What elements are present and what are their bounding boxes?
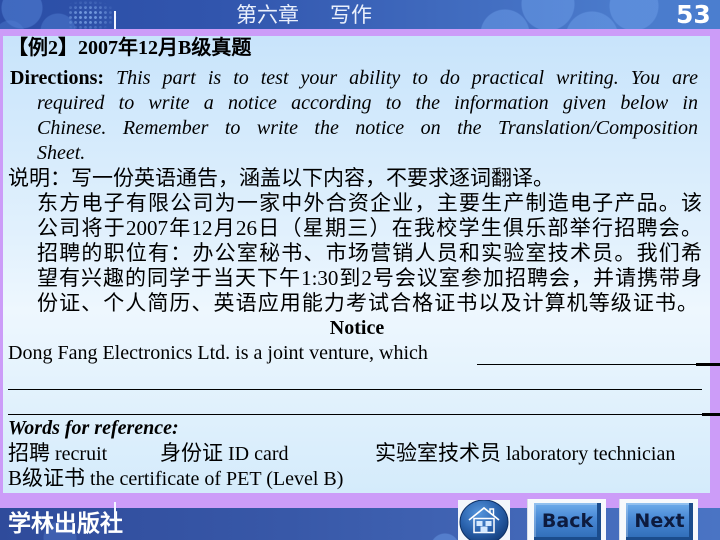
footer-divider xyxy=(114,502,116,520)
back-button[interactable]: Back xyxy=(527,499,606,540)
home-button[interactable] xyxy=(458,500,510,540)
directions-line: Chinese. Remember to write the notice on… xyxy=(37,117,698,139)
glossary-term: 身份证 ID card xyxy=(160,441,289,466)
notice-title: Notice xyxy=(329,317,385,339)
example-heading: 【例2】2007年12月B级真题 xyxy=(8,37,252,59)
next-button-label: Next xyxy=(626,503,693,540)
notice-opening: Dong Fang Electronics Ltd. is a joint ve… xyxy=(8,342,428,364)
next-button[interactable]: Next xyxy=(619,499,698,540)
back-button-label: Back xyxy=(534,503,601,540)
section-title: 写作 xyxy=(330,3,372,27)
answer-blank-line xyxy=(477,364,696,365)
instruction-line: 招聘的职位有：办公室秘书、市场营销人员和实验室技术员。我们希 xyxy=(37,241,702,265)
answer-blank-line-end xyxy=(702,413,720,416)
header-dot-pattern xyxy=(68,0,118,29)
slide-footer: 学林出版社 xyxy=(0,508,720,540)
directions-line: required to write a notice according to … xyxy=(37,92,698,114)
glossary-term: B级证书 the certificate of PET (Level B) xyxy=(8,466,343,491)
directions-line: Directions: This part is to test your ab… xyxy=(10,66,698,91)
instruction-line: 份证、个人简历、英语应用能力考试合格证书以及计算机等级证书。 xyxy=(37,291,698,315)
instruction-line: 说明：写一份英语通告，涵盖以下内容，不要求逐词翻译。 xyxy=(8,166,554,190)
instruction-line: 东方电子有限公司为一家中外合资企业，主要生产制造电子产品。该 xyxy=(37,191,702,215)
answer-blank-line xyxy=(8,414,702,415)
page-number: 53 xyxy=(676,0,711,29)
glossary-term-en: laboratory technician xyxy=(506,443,676,465)
glossary-term-zh: 实验室技术员 xyxy=(375,441,501,465)
instruction-line: 公司将于2007年12月26日（星期三）在我校学生俱乐部举行招聘会。 xyxy=(37,216,702,240)
chapter-title: 第六章 xyxy=(236,3,299,27)
house-icon xyxy=(459,500,509,540)
glossary-term-zh: B级证书 xyxy=(8,466,86,490)
directions-text: This part is to test your ability to do … xyxy=(116,67,699,89)
glossary-term: 招聘 recruit xyxy=(8,441,107,466)
glossary-term: 实验室技术员 laboratory technician xyxy=(375,441,675,466)
glossary-term-zh: 招聘 xyxy=(8,441,50,465)
header-divider xyxy=(114,11,116,29)
glossary-term-en: ID card xyxy=(228,443,289,465)
publisher-name: 学林出版社 xyxy=(8,511,123,537)
reference-heading: Words for reference: xyxy=(8,417,179,439)
instruction-line: 望有兴趣的同学于当天下午1:30到2号会议室参加招聘会，并请携带身 xyxy=(37,266,702,290)
glossary-term-en: the certificate of PET (Level B) xyxy=(90,468,344,490)
directions-label: Directions: xyxy=(10,67,105,89)
directions-line: Sheet. xyxy=(37,142,86,164)
glossary-term-en: recruit xyxy=(55,443,108,465)
slide-header: 第六章 写作 53 xyxy=(0,0,720,29)
answer-blank-line-end xyxy=(696,363,720,366)
glossary-term-zh: 身份证 xyxy=(160,441,223,465)
answer-blank-line xyxy=(8,389,702,390)
